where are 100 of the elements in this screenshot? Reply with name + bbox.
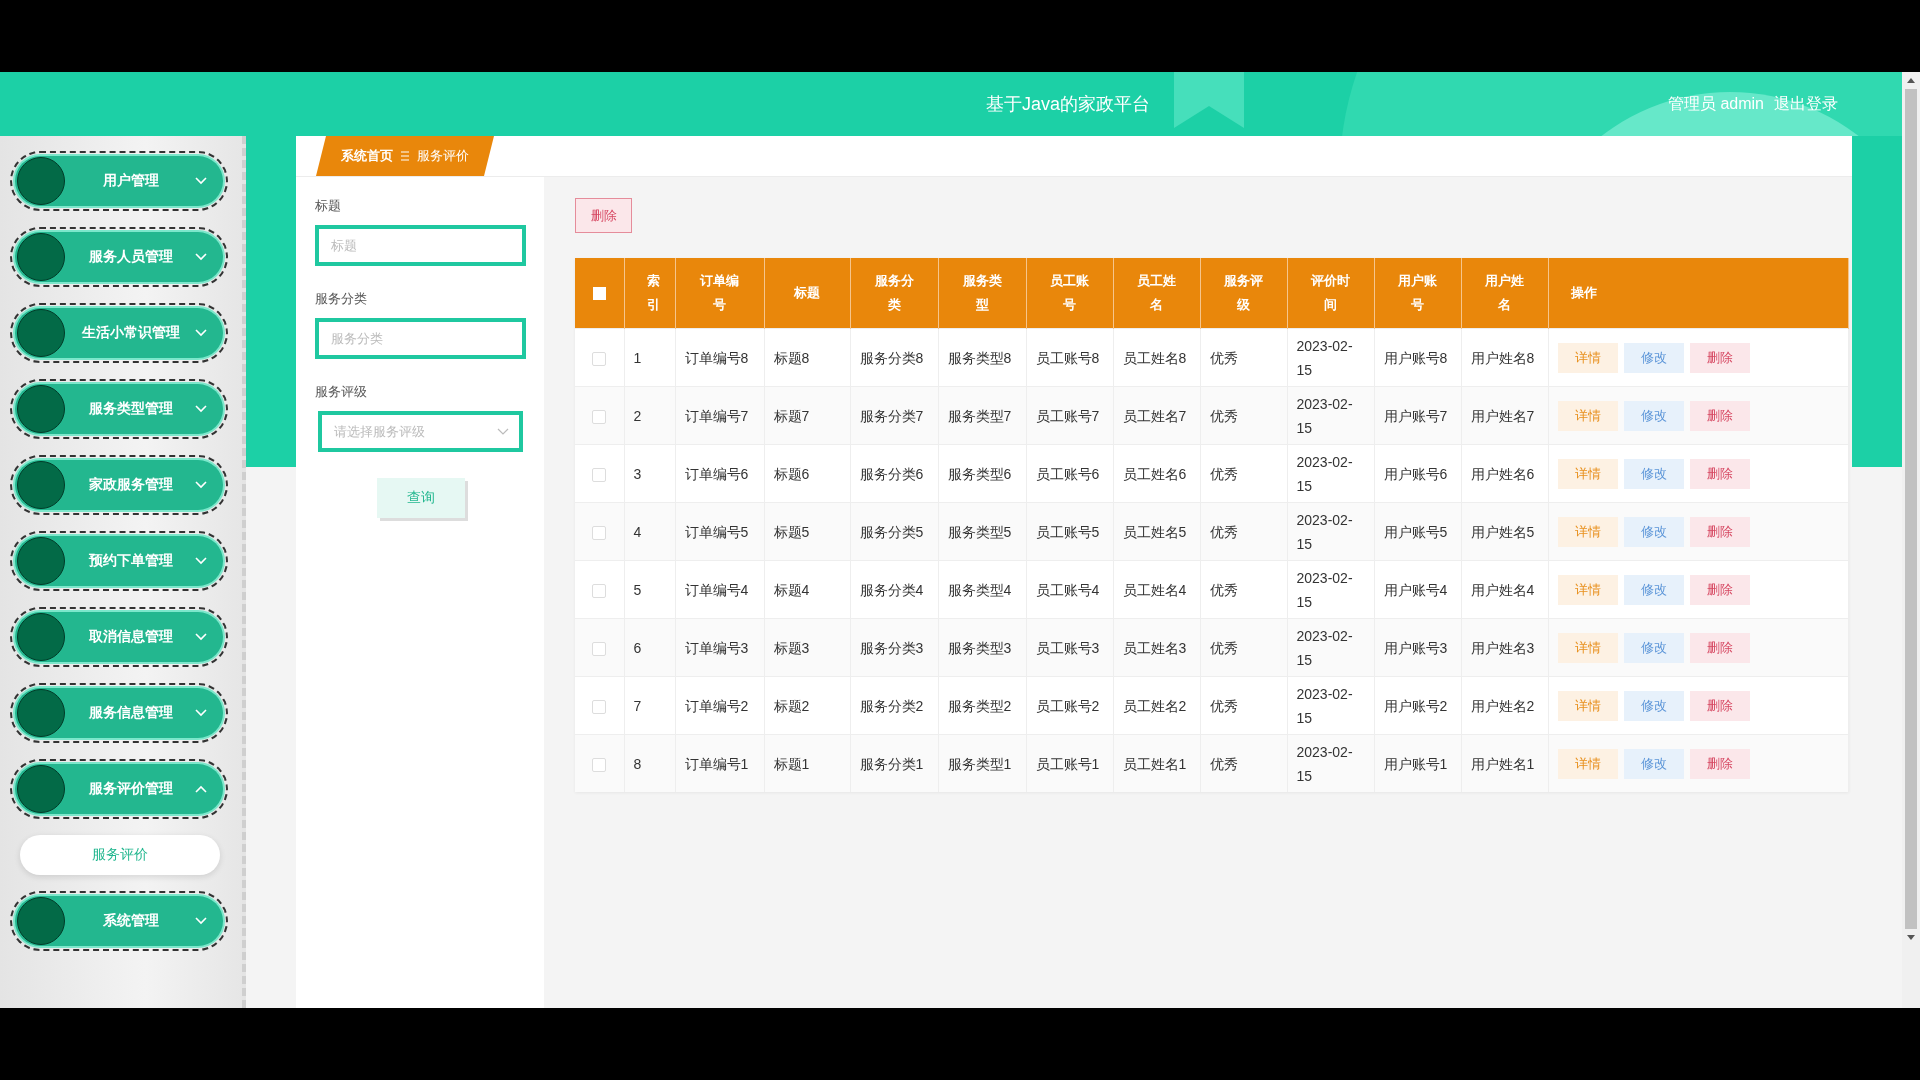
column-header: 员工账号 <box>1026 258 1113 329</box>
column-header: 员工姓名 <box>1113 258 1200 329</box>
table-cell: 服务类型1 <box>938 734 1026 792</box>
table-cell: 标题1 <box>764 734 850 792</box>
table-cell: 服务类型7 <box>938 386 1026 445</box>
table-cell: 服务类型5 <box>938 502 1026 561</box>
table-cell: 2023-02-15 <box>1287 386 1374 445</box>
menu-item[interactable]: 服务信息管理 <box>10 683 228 743</box>
table-cell: 标题5 <box>764 502 850 561</box>
breadcrumb-current: 服务评价 <box>417 147 469 165</box>
column-header: 评价时间 <box>1287 258 1374 329</box>
edit-button[interactable]: 修改 <box>1623 516 1684 547</box>
column-header: 服务类型 <box>938 258 1026 329</box>
delete-button[interactable]: 删除 <box>1689 458 1750 489</box>
table-cell: 2023-02-15 <box>1287 502 1374 561</box>
table-cell: 服务分类3 <box>850 618 938 677</box>
delete-button[interactable]: 删除 <box>1689 632 1750 663</box>
table-cell: 员工姓名3 <box>1113 618 1200 677</box>
breadcrumb-home-link[interactable]: 系统首页 <box>341 147 393 165</box>
edit-button[interactable]: 修改 <box>1623 400 1684 431</box>
table-cell: 员工姓名5 <box>1113 502 1200 561</box>
query-button[interactable]: 查询 <box>376 478 465 518</box>
menu-item[interactable]: 系统管理 <box>10 891 228 951</box>
edit-button[interactable]: 修改 <box>1623 632 1684 663</box>
delete-button[interactable]: 删除 <box>1689 574 1750 605</box>
edit-button[interactable]: 修改 <box>1623 690 1684 721</box>
select-field[interactable]: 请选择服务评级 <box>318 411 523 452</box>
table-cell: 优秀 <box>1200 734 1287 792</box>
detail-button[interactable]: 详情 <box>1557 574 1618 605</box>
menu-item[interactable]: 用户管理 <box>10 151 228 211</box>
menu-item[interactable]: 预约下单管理 <box>10 531 228 591</box>
detail-button[interactable]: 详情 <box>1557 516 1618 547</box>
delete-button[interactable]: 删除 <box>1689 516 1750 547</box>
table-cell: 用户姓名7 <box>1461 386 1548 445</box>
field-label: 标题 <box>315 197 342 215</box>
table-cell: 2 <box>624 386 675 445</box>
edit-button[interactable]: 修改 <box>1623 574 1684 605</box>
detail-button[interactable]: 详情 <box>1557 690 1618 721</box>
table-cell: 2023-02-15 <box>1287 618 1374 677</box>
site-title: 基于Java的家政平台 <box>986 93 1151 116</box>
column-header: 订单编号 <box>675 258 764 329</box>
menu-item[interactable]: 服务类型管理 <box>10 379 228 439</box>
menu-item[interactable]: 服务评价管理 <box>10 759 228 819</box>
input-field[interactable]: 标题 <box>315 225 526 266</box>
column-header: 用户账号 <box>1374 258 1461 329</box>
table-cell: 服务分类7 <box>850 386 938 445</box>
table-cell: 2023-02-15 <box>1287 734 1374 792</box>
table-cell: 员工账号7 <box>1026 386 1113 445</box>
table-cell: 6 <box>624 618 675 677</box>
user-name: 管理员 admin <box>1667 93 1764 114</box>
table-cell: 员工姓名1 <box>1113 734 1200 792</box>
detail-button[interactable]: 详情 <box>1557 342 1618 373</box>
table-cell: 用户姓名3 <box>1461 618 1548 677</box>
field-label: 服务分类 <box>315 290 368 308</box>
edit-button[interactable]: 修改 <box>1623 458 1684 489</box>
menu-item[interactable]: 服务人员管理 <box>10 227 228 287</box>
column-header: 索引 <box>624 258 675 329</box>
input-field[interactable]: 服务分类 <box>315 318 526 359</box>
table-cell: 优秀 <box>1200 618 1287 677</box>
table-cell: 用户姓名5 <box>1461 502 1548 561</box>
table-cell: 标题7 <box>764 386 850 445</box>
menu-item[interactable]: 家政服务管理 <box>10 455 228 515</box>
table-cell: 标题3 <box>764 618 850 677</box>
delete-button[interactable]: 删除 <box>1689 690 1750 721</box>
table-cell: 员工账号1 <box>1026 734 1113 792</box>
table-cell: 服务分类1 <box>850 734 938 792</box>
table-cell: 用户账号3 <box>1374 618 1461 677</box>
column-header: 操作 <box>1548 258 1848 329</box>
edit-button[interactable]: 修改 <box>1623 342 1684 373</box>
menu-item[interactable]: 生活小常识管理 <box>10 303 228 363</box>
table-cell: 订单编号7 <box>675 386 764 445</box>
table-cell: 用户账号5 <box>1374 502 1461 561</box>
table-cell: 员工账号3 <box>1026 618 1113 677</box>
table-cell: 用户账号1 <box>1374 734 1461 792</box>
column-header: 服务评级 <box>1200 258 1287 329</box>
detail-button[interactable]: 详情 <box>1557 748 1618 779</box>
table-cell: 用户姓名1 <box>1461 734 1548 792</box>
detail-button[interactable]: 详情 <box>1557 632 1618 663</box>
table-cell: 服务分类5 <box>850 502 938 561</box>
column-header: 服务分类 <box>850 258 938 329</box>
table-cell: 服务类型3 <box>938 618 1026 677</box>
delete-button[interactable]: 删除 <box>1689 748 1750 779</box>
logout-link[interactable]: 退出登录 <box>1774 93 1838 115</box>
column-header: 用户姓名 <box>1461 258 1548 329</box>
table-cell: 优秀 <box>1200 386 1287 445</box>
table-cell: 订单编号1 <box>675 734 764 792</box>
delete-button[interactable]: 删除 <box>1689 400 1750 431</box>
table-cell: 订单编号5 <box>675 502 764 561</box>
table-cell: 员工姓名7 <box>1113 386 1200 445</box>
delete-button[interactable]: 删除 <box>1689 342 1750 373</box>
table-cell: 4 <box>624 502 675 561</box>
submenu-item[interactable]: 服务评价 <box>20 835 220 875</box>
detail-button[interactable]: 详情 <box>1557 400 1618 431</box>
delete-button[interactable]: 删除 <box>575 198 632 233</box>
column-header: 标题 <box>764 258 850 329</box>
field-label: 服务评级 <box>315 383 368 401</box>
table-cell: 用户账号7 <box>1374 386 1461 445</box>
detail-button[interactable]: 详情 <box>1557 458 1618 489</box>
edit-button[interactable]: 修改 <box>1623 748 1684 779</box>
menu-item[interactable]: 取消信息管理 <box>10 607 228 667</box>
